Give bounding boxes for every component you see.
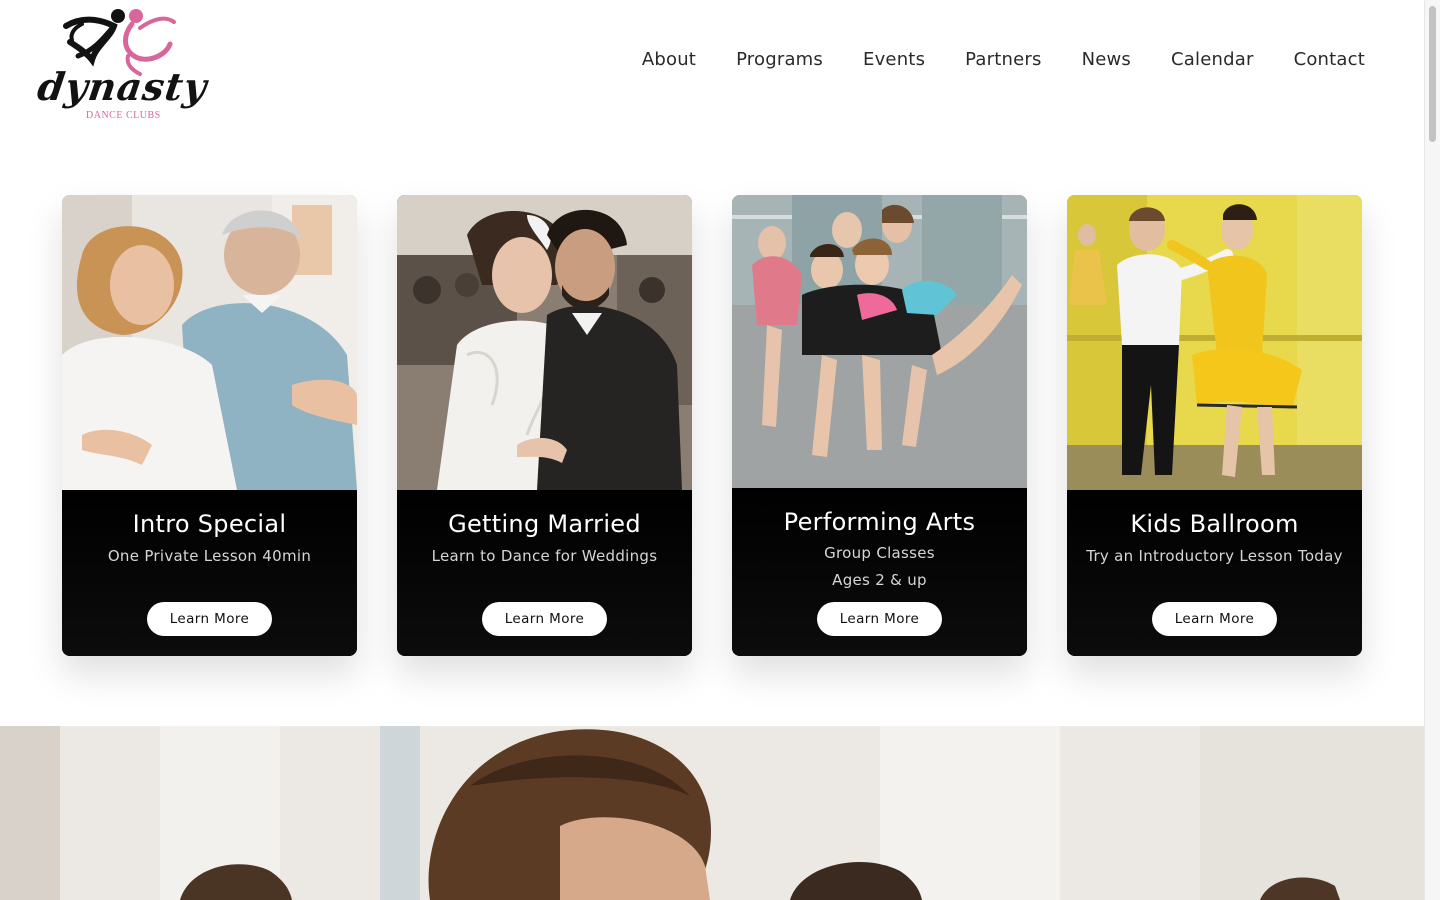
kids-ballroom-photo [1067,195,1362,490]
program-card-performing-arts[interactable]: Performing Arts Group Classes Ages 2 & u… [732,195,1027,656]
card-title: Kids Ballroom [1130,510,1299,538]
nav-item-about[interactable]: About [642,49,696,70]
couple-dancing-photo [62,195,357,490]
card-subtitle: One Private Lesson 40min [107,547,312,565]
card-title: Getting Married [448,510,641,538]
learn-more-button[interactable]: Learn More [817,602,942,636]
hero-photo [0,726,1425,900]
nav-item-events[interactable]: Events [863,49,925,70]
main-nav: About Programs Events Partners News Cale… [642,49,1365,70]
wedding-couple-photo [397,195,692,490]
card-subtitle: Try an Introductory Lesson Today [1086,547,1343,565]
brand-name: dynasty [34,64,211,109]
program-card-kids-ballroom[interactable]: Kids Ballroom Try an Introductory Lesson… [1067,195,1362,656]
card-body: Kids Ballroom Try an Introductory Lesson… [1067,490,1362,656]
nav-item-programs[interactable]: Programs [736,49,823,70]
nav-item-news[interactable]: News [1082,49,1131,70]
nav-item-contact[interactable]: Contact [1294,49,1365,70]
nav-item-partners[interactable]: Partners [965,49,1041,70]
card-body: Intro Special One Private Lesson 40min L… [62,490,357,656]
page-scrollbar[interactable] [1424,0,1440,900]
card-title: Performing Arts [783,508,976,536]
card-title: Intro Special [132,510,287,538]
card-subtitle: Learn to Dance for Weddings [431,547,658,565]
brand-tagline: DANCE CLUBS [86,110,161,121]
card-body: Getting Married Learn to Dance for Weddi… [397,490,692,656]
card-body: Performing Arts Group Classes Ages 2 & u… [732,488,1027,656]
program-card-intro-special[interactable]: Intro Special One Private Lesson 40min L… [62,195,357,656]
program-card-getting-married[interactable]: Getting Married Learn to Dance for Weddi… [397,195,692,656]
learn-more-button[interactable]: Learn More [147,602,272,636]
dance-class-photo [732,195,1027,488]
nav-item-calendar[interactable]: Calendar [1171,49,1254,70]
learn-more-button[interactable]: Learn More [482,602,607,636]
learn-more-button[interactable]: Learn More [1152,602,1277,636]
brand-logo[interactable]: dynasty DANCE CLUBS [35,4,210,124]
card-subtitle-ages: Ages 2 & up [832,571,927,589]
scrollbar-thumb[interactable] [1429,6,1436,142]
card-subtitle: Group Classes [824,544,935,562]
